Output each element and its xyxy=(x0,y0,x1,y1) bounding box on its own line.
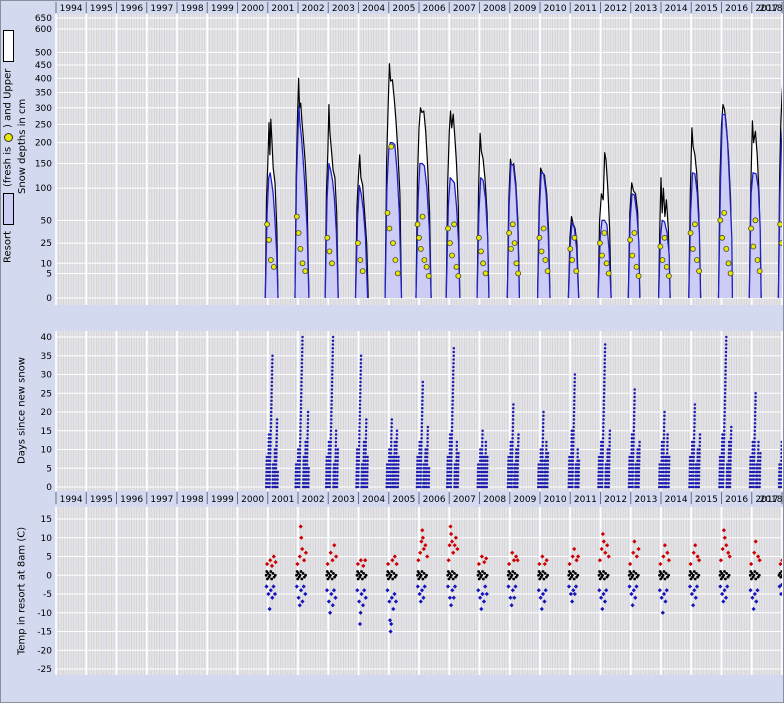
x-tick-label: 2011 xyxy=(574,4,597,14)
x-tick-label: 2008 xyxy=(483,4,506,14)
x-tick-label: 2008 xyxy=(483,495,506,505)
x-tick-label: 1999 xyxy=(211,495,234,505)
snow-y-tick-label: 250 xyxy=(35,120,52,130)
x-tick-label: 2010 xyxy=(544,495,567,505)
temp-y-tick-label: -10 xyxy=(37,609,52,619)
x-tick-label: 2000 xyxy=(241,495,264,505)
days-axis-title: Days since new snow xyxy=(15,331,30,491)
snow-y-tick-label: 100 xyxy=(35,184,52,194)
x-tick-label: 2006 xyxy=(423,495,446,505)
days-y-tick-label: 35 xyxy=(41,352,52,362)
x-tick-label: 2018 xyxy=(760,4,783,14)
x-tick-label: 2002 xyxy=(302,4,325,14)
days-y-tick-label: 40 xyxy=(41,333,53,343)
x-tick-label: 2002 xyxy=(302,495,325,505)
snow-axis-legend: Resort (fresh is ) and Upper xyxy=(1,1,16,292)
snow-y-tick-label: 150 xyxy=(35,159,52,169)
snow-y-tick-label: 300 xyxy=(35,104,52,114)
upper-label: ) and Upper xyxy=(4,68,14,127)
x-tick-label: 2018 xyxy=(760,495,783,505)
snow-y-tick-label: 350 xyxy=(35,89,52,99)
snow-y-tick-label: 50 xyxy=(41,216,53,226)
snow-y-tick-label: 200 xyxy=(35,139,52,149)
temp-axis-title: Temp in resort at 8am (C) xyxy=(15,507,30,675)
resort-label: Resort xyxy=(4,231,14,263)
x-tick-label: 2012 xyxy=(604,4,627,14)
x-tick-label: 2011 xyxy=(574,495,597,505)
x-tick-label: 1998 xyxy=(181,4,204,14)
days-y-tick-label: 30 xyxy=(41,371,53,381)
temp-y-tick-label: -5 xyxy=(43,590,52,600)
x-tick-label: 2001 xyxy=(271,495,294,505)
upper-depth-swatch xyxy=(3,30,14,62)
x-tick-label: 2010 xyxy=(544,4,567,14)
x-tick-label: 2004 xyxy=(362,4,385,14)
temp-y-tick-label: 5 xyxy=(46,553,52,563)
snow-y-tick-label: 25 xyxy=(41,239,52,249)
temp-y-tick-label: 0 xyxy=(46,571,52,581)
snow-y-tick-label: 600 xyxy=(35,25,52,35)
days-y-tick-label: 20 xyxy=(41,408,53,418)
x-tick-label: 1997 xyxy=(150,4,173,14)
x-tick-label: 2012 xyxy=(604,495,627,505)
x-tick-label: 2004 xyxy=(362,495,385,505)
temp-y-tick-label: -20 xyxy=(37,646,52,656)
fresh-snow-dot-icon xyxy=(4,133,13,142)
snow-y-tick-label: 500 xyxy=(35,48,52,58)
x-axis-year-row: 1994 1995 1996 1997 1998 1999 2000 2001 2002 2003… xyxy=(56,2,783,14)
x-tick-label: 2005 xyxy=(392,4,415,14)
x-tick-label: 1999 xyxy=(211,4,234,14)
days-y-tick-label: 25 xyxy=(41,389,52,399)
chart-canvas: 6506005004504003503002502001501005025105… xyxy=(1,1,784,703)
temp-y-tick-label: 10 xyxy=(41,534,53,544)
x-tick-label: 1998 xyxy=(181,495,204,505)
x-tick-label: 1995 xyxy=(90,4,113,14)
x-tick-label: 2014 xyxy=(665,4,688,14)
x-tick-label: 2007 xyxy=(453,495,476,505)
fresh-label-open: (fresh is xyxy=(4,147,14,187)
snow-y-tick-label: 400 xyxy=(35,74,52,84)
x-tick-label: 1995 xyxy=(90,495,113,505)
x-tick-label: 2001 xyxy=(271,4,294,14)
snow-y-tick-label: 0 xyxy=(46,294,52,304)
x-tick-label: 2013 xyxy=(634,4,657,14)
x-tick-label: 2003 xyxy=(332,4,355,14)
days-y-tick-label: 15 xyxy=(41,427,52,437)
x-tick-label: 2009 xyxy=(513,495,536,505)
days-y-tick-label: 5 xyxy=(46,464,52,474)
x-tick-label: 2000 xyxy=(241,4,264,14)
x-tick-label: 2015 xyxy=(695,495,718,505)
x-tick-label: 2013 xyxy=(634,495,657,505)
days-y-tick-label: 0 xyxy=(46,483,52,493)
x-axis-year-row: 1994 1995 1996 1997 1998 1999 2000 2001 2002 2003… xyxy=(56,492,783,505)
days-y-tick-label: 10 xyxy=(41,446,53,456)
x-tick-label: 2005 xyxy=(392,495,415,505)
snow-y-tick-label: 5 xyxy=(46,269,52,279)
resort-depth-swatch xyxy=(3,193,14,225)
snow-axis-title: Snow depths in cm xyxy=(16,1,30,292)
x-tick-label: 2007 xyxy=(453,4,476,14)
x-tick-label: 2006 xyxy=(423,4,446,14)
x-tick-label: 2014 xyxy=(665,495,688,505)
x-tick-label: 1996 xyxy=(120,4,143,14)
x-tick-label: 2015 xyxy=(695,4,718,14)
x-tick-label: 1994 xyxy=(60,4,83,14)
x-tick-label: 2009 xyxy=(513,4,536,14)
x-tick-label: 2016 xyxy=(725,495,748,505)
snow-y-tick-label: 650 xyxy=(35,14,52,24)
x-tick-label: 1996 xyxy=(120,495,143,505)
x-tick-label: 2016 xyxy=(725,4,748,14)
temp-y-tick-label: -15 xyxy=(37,628,52,638)
snow-history-screen: 6506005004504003503002502001501005025105… xyxy=(0,0,784,703)
snow-y-tick-label: 10 xyxy=(41,259,53,269)
x-tick-label: 1997 xyxy=(150,495,173,505)
temp-y-tick-label: 15 xyxy=(41,515,52,525)
days-since-snow-panel xyxy=(56,331,782,491)
snow-y-tick-label: 450 xyxy=(35,61,52,71)
temperature-panel xyxy=(56,507,782,675)
temp-y-tick-label: -25 xyxy=(37,665,52,675)
x-tick-label: 2003 xyxy=(332,495,355,505)
x-tick-label: 1994 xyxy=(60,495,83,505)
